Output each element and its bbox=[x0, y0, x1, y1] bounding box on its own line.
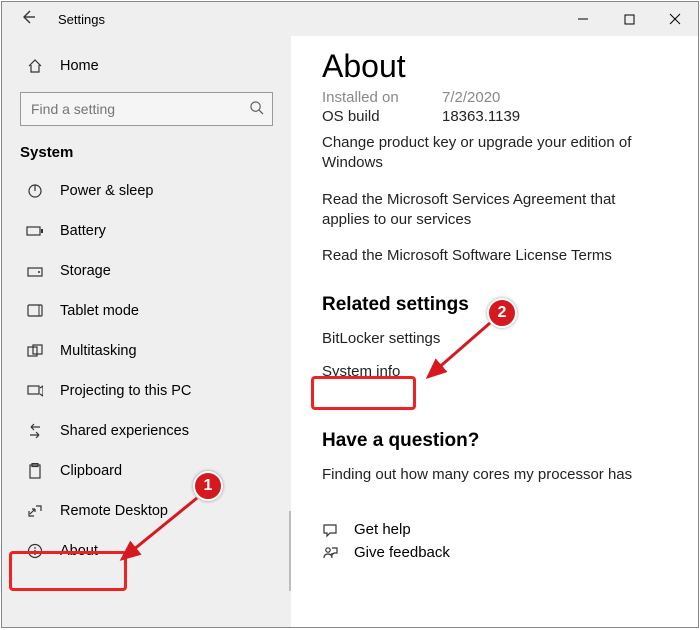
nav-label: Projecting to this PC bbox=[60, 383, 191, 399]
content-pane: About Installed on 7/2/2020 OS build 183… bbox=[292, 36, 698, 627]
question-heading: Have a question? bbox=[322, 430, 668, 452]
arrow-left-icon bbox=[20, 9, 36, 25]
maximize-icon bbox=[624, 14, 635, 25]
search-input[interactable] bbox=[29, 100, 249, 118]
close-button[interactable] bbox=[652, 2, 698, 36]
services-agreement-link[interactable]: Read the Microsoft Services Agreement th… bbox=[322, 190, 662, 231]
os-build-label: OS build bbox=[322, 108, 442, 125]
chat-icon bbox=[322, 522, 340, 538]
info-icon bbox=[24, 543, 46, 559]
give-feedback-link[interactable]: Give feedback bbox=[322, 544, 668, 561]
change-key-link[interactable]: Change product key or upgrade your editi… bbox=[322, 133, 662, 174]
nav-home[interactable]: Home bbox=[2, 46, 291, 86]
nav-label: Remote Desktop bbox=[60, 503, 168, 519]
nav-label: Power & sleep bbox=[60, 183, 154, 199]
minimize-button[interactable] bbox=[560, 2, 606, 36]
nav-storage[interactable]: Storage bbox=[2, 251, 291, 291]
nav-about[interactable]: About bbox=[2, 531, 291, 571]
clipboard-icon bbox=[24, 463, 46, 479]
maximize-button[interactable] bbox=[606, 2, 652, 36]
nav-shared-experiences[interactable]: Shared experiences bbox=[2, 411, 291, 451]
related-bitlocker[interactable]: BitLocker settings bbox=[322, 330, 440, 347]
installed-on-label: Installed on bbox=[322, 89, 442, 106]
close-icon bbox=[669, 13, 681, 25]
os-build-value: 18363.1139 bbox=[442, 108, 520, 125]
nav-tablet-mode[interactable]: Tablet mode bbox=[2, 291, 291, 331]
installed-on-value: 7/2/2020 bbox=[442, 89, 500, 106]
os-build-row: OS build 18363.1139 bbox=[322, 108, 668, 125]
minimize-icon bbox=[577, 13, 589, 25]
remote-desktop-icon bbox=[24, 503, 46, 519]
search-icon bbox=[249, 100, 264, 118]
nav-projecting[interactable]: Projecting to this PC bbox=[2, 371, 291, 411]
nav-clipboard[interactable]: Clipboard bbox=[2, 451, 291, 491]
license-terms-link[interactable]: Read the Microsoft Software License Term… bbox=[322, 246, 662, 266]
nav-label: Battery bbox=[60, 223, 106, 239]
feedback-icon bbox=[322, 545, 340, 561]
sidebar: Home System Power & sleep Battery bbox=[2, 36, 292, 627]
nav-multitasking[interactable]: Multitasking bbox=[2, 331, 291, 371]
content-scrollbar[interactable] bbox=[289, 511, 291, 591]
nav-home-label: Home bbox=[60, 58, 99, 74]
category-header: System bbox=[2, 140, 291, 171]
nav-label: Multitasking bbox=[60, 343, 137, 359]
projecting-icon bbox=[24, 384, 46, 398]
get-help-label: Get help bbox=[354, 521, 411, 538]
tablet-icon bbox=[24, 304, 46, 318]
nav-remote-desktop[interactable]: Remote Desktop bbox=[2, 491, 291, 531]
shared-icon bbox=[24, 423, 46, 439]
nav-power-sleep[interactable]: Power & sleep bbox=[2, 171, 291, 211]
power-icon bbox=[24, 183, 46, 199]
window-title: Settings bbox=[58, 12, 105, 27]
related-system-info[interactable]: System info bbox=[322, 363, 400, 380]
back-button[interactable] bbox=[20, 9, 36, 30]
search-box[interactable] bbox=[20, 92, 273, 126]
multitasking-icon bbox=[24, 344, 46, 358]
nav-label: Storage bbox=[60, 263, 111, 279]
battery-icon bbox=[24, 225, 46, 237]
nav-battery[interactable]: Battery bbox=[2, 211, 291, 251]
give-feedback-label: Give feedback bbox=[354, 544, 450, 561]
page-title: About bbox=[322, 48, 668, 85]
home-icon bbox=[24, 58, 46, 74]
nav-label: Clipboard bbox=[60, 463, 122, 479]
nav-label: Shared experiences bbox=[60, 423, 189, 439]
nav-label: About bbox=[60, 543, 98, 559]
question-link[interactable]: Finding out how many cores my processor … bbox=[322, 466, 632, 483]
storage-icon bbox=[24, 264, 46, 278]
installed-on-row: Installed on 7/2/2020 bbox=[322, 89, 668, 106]
nav-label: Tablet mode bbox=[60, 303, 139, 319]
get-help-link[interactable]: Get help bbox=[322, 521, 668, 538]
related-settings-heading: Related settings bbox=[322, 294, 668, 316]
